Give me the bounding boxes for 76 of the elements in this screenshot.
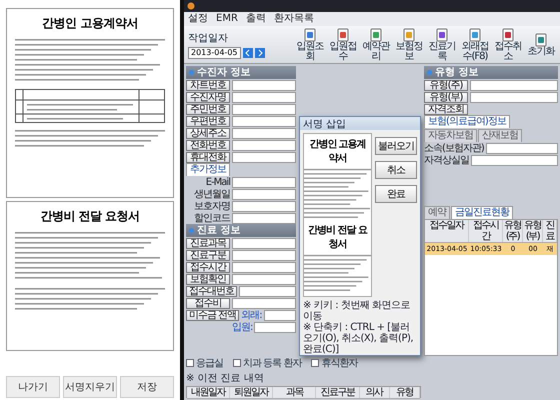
section-title: 수진자 정보 xyxy=(197,66,250,78)
field-label-button[interactable]: 우편번호 xyxy=(186,116,230,126)
toolbar-button[interactable]: 입원조회 xyxy=(295,28,325,62)
document-title: 간병인 고용계약서 xyxy=(42,15,138,32)
section-title: 유형 정보 xyxy=(435,66,478,78)
checkbox[interactable]: 응급실 xyxy=(186,356,223,370)
field-label-button[interactable]: 수진자명 xyxy=(186,92,230,102)
field-label: 생년월일 xyxy=(193,188,230,201)
toolbar-button[interactable]: 초기화 xyxy=(526,32,556,56)
field-label: 자격상실일 xyxy=(424,154,469,167)
action-button[interactable]: 저장 xyxy=(120,376,174,398)
toolbar-button[interactable]: 접수취소 xyxy=(493,28,523,62)
field-label-button[interactable]: 유형(주) xyxy=(424,80,468,90)
menu-item[interactable]: 환자목록 xyxy=(274,13,314,25)
dialog-button[interactable]: 완료 xyxy=(375,185,417,203)
field-label-button[interactable]: 보험확인 xyxy=(186,274,230,284)
field-label: 소속(보험자관) xyxy=(424,142,484,155)
toolbar-button[interactable]: 입원접수 xyxy=(328,28,358,62)
field-label-button[interactable]: 주민번호 xyxy=(186,104,230,114)
tab[interactable]: 금일진료현황 xyxy=(451,206,513,219)
menu-item[interactable]: 출력 xyxy=(246,13,266,25)
field-label-button[interactable]: 상세주소 xyxy=(186,128,230,138)
menu-item[interactable]: 설정 xyxy=(188,13,208,25)
column-header: 진료 xyxy=(543,220,557,242)
toolbar-button[interactable]: 외래접수(F8) xyxy=(460,28,490,62)
preview-title: 간병비 전달 요청서 xyxy=(307,224,368,251)
column-header: 과목 xyxy=(273,387,316,398)
hint-text: ※ 키키 : 첫번째 화면으로 이동 xyxy=(302,300,411,322)
menu-item[interactable]: EMR xyxy=(216,13,238,25)
field-label-button[interactable]: 휴대전화 xyxy=(186,152,230,162)
action-button[interactable]: 나가기 xyxy=(6,376,60,398)
field-label-button[interactable]: 전화번호 xyxy=(186,140,230,150)
field-label-button[interactable]: 진료구분 xyxy=(186,250,230,260)
field-label-button[interactable]: 접수비 xyxy=(186,298,230,308)
lookup-button[interactable]: 자격조회 xyxy=(424,104,468,114)
column-header: 접수일자 xyxy=(425,220,469,242)
toolbar-button[interactable]: 예약관리 xyxy=(361,28,391,62)
hint-text: ※ 단축키 : CTRL + [불러오기(O), 취소(X), 출력(P), 완료(C)] xyxy=(302,322,414,355)
field-label: 할인코드 xyxy=(193,212,230,225)
column-header: 유형 xyxy=(390,387,420,398)
column-header: 내원일자 xyxy=(187,387,230,398)
action-button[interactable]: 서명지우기 xyxy=(63,376,117,398)
document-title: 간병비 전달 요청서 xyxy=(40,208,140,225)
tab[interactable]: 예약 xyxy=(424,206,450,219)
preview-title: 간병인 고용계약서 xyxy=(308,138,367,165)
tab[interactable]: 산재보험 xyxy=(478,129,522,142)
toolbar-button[interactable]: 보험정보 xyxy=(394,28,424,62)
table-title: ※ 이전 진료 내역 xyxy=(186,372,265,385)
field-label-button[interactable]: 미수금 전액 xyxy=(186,310,240,320)
dialog-button[interactable]: 취소 xyxy=(375,161,417,179)
column-header: 유형(주) xyxy=(503,220,523,242)
field-label: 외래: xyxy=(241,309,262,322)
tab[interactable]: 추가정보 xyxy=(186,163,230,176)
column-header: 유형(부) xyxy=(523,220,543,242)
dialog-button[interactable]: 불러오기 xyxy=(375,137,417,155)
field-label-button[interactable]: 접수시간 xyxy=(186,262,230,272)
date-label: 작업일자 xyxy=(188,32,229,44)
dialog-title: 서명 삽입 xyxy=(303,118,346,130)
field-label: 입원: xyxy=(232,321,252,334)
section-title: 진료 정보 xyxy=(197,224,240,236)
tab[interactable]: 보험(의료급여)정보 xyxy=(424,115,510,128)
field-label-button[interactable]: 차트번호 xyxy=(186,80,230,90)
field-label-button[interactable]: 유형(부) xyxy=(424,92,468,102)
checkbox[interactable]: 치과 등록 환자 xyxy=(233,356,302,370)
field-label: 보호자명 xyxy=(193,200,230,213)
toolbar-button[interactable]: 진료기록 xyxy=(427,28,457,62)
column-header: 의사 xyxy=(360,387,390,398)
field-label-button[interactable]: 진료과목 xyxy=(186,238,230,248)
tab[interactable]: 자동차보험 xyxy=(424,129,477,142)
checkbox[interactable]: 휴식환자 xyxy=(311,356,358,370)
date-field[interactable]: 2013-04-05 xyxy=(188,46,240,58)
column-header: 접수시간 xyxy=(469,220,503,242)
column-header: 진료구분 xyxy=(316,387,360,398)
field-label: E-Mail xyxy=(204,176,230,188)
field-label-button[interactable]: 접수대번호 xyxy=(186,286,237,296)
column-header: 퇴원일자 xyxy=(230,387,274,398)
